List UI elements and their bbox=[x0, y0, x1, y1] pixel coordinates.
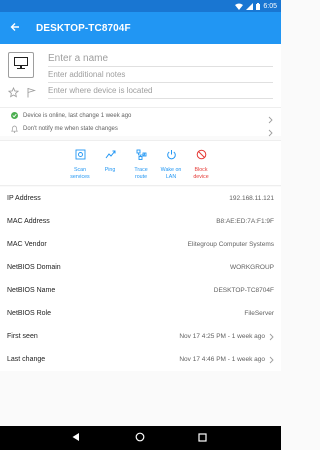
detail-key: IP Address bbox=[7, 195, 41, 202]
status-icons: 6:05 bbox=[235, 0, 277, 12]
detail-row-last-change[interactable]: Last change Nov 17 4:46 PM - 1 week ago bbox=[0, 348, 281, 371]
detail-value: DESKTOP-TC8704F bbox=[213, 287, 274, 294]
navigation-bar bbox=[0, 426, 281, 450]
block-icon bbox=[196, 147, 207, 165]
detail-row-vendor: MAC Vendor Elitegroup Computer Systems bbox=[0, 233, 281, 256]
detail-row-ip: IP Address 192.168.11.121 bbox=[0, 187, 281, 210]
monitor-icon bbox=[14, 56, 28, 74]
online-status-text: Device is online, last change 1 week ago bbox=[23, 112, 132, 119]
scan-services-label: Scan services bbox=[70, 167, 90, 180]
back-button[interactable] bbox=[0, 12, 30, 44]
trace-route-icon bbox=[136, 147, 147, 165]
detail-value: Elitegroup Computer Systems bbox=[187, 241, 274, 248]
device-notes-input[interactable] bbox=[48, 67, 273, 83]
detail-key: Last change bbox=[7, 356, 46, 363]
page-title: DESKTOP-TC8704F bbox=[36, 22, 131, 34]
back-icon bbox=[71, 429, 80, 447]
chevron-right-icon bbox=[269, 351, 274, 369]
trace-route-label: Trace route bbox=[134, 167, 148, 180]
scan-services-icon bbox=[75, 147, 86, 165]
detail-value: FileServer bbox=[244, 310, 274, 317]
online-status-row[interactable]: Device is online, last change 1 week ago bbox=[0, 109, 281, 124]
detail-key: NetBIOS Name bbox=[7, 287, 56, 294]
status-bar: 6:05 bbox=[0, 0, 281, 12]
device-name-input[interactable] bbox=[48, 50, 273, 67]
wake-on-lan-label: Wake on LAN bbox=[160, 167, 182, 180]
detail-row-first-seen[interactable]: First seen Nov 17 4:25 PM - 1 week ago bbox=[0, 325, 281, 348]
detail-key: NetBIOS Role bbox=[7, 310, 51, 317]
nav-recents-button[interactable] bbox=[190, 426, 214, 450]
block-device-button[interactable]: Block device bbox=[185, 147, 217, 180]
detail-row-netbios-role: NetBIOS Role FileServer bbox=[0, 302, 281, 325]
status-time: 6:05 bbox=[263, 2, 277, 10]
detail-value: Nov 17 4:46 PM - 1 week ago bbox=[179, 356, 265, 363]
device-type-button[interactable] bbox=[8, 52, 34, 78]
back-arrow-icon bbox=[10, 19, 20, 37]
detail-value: 192.168.11.121 bbox=[229, 195, 274, 202]
wifi-icon bbox=[235, 3, 244, 10]
power-icon bbox=[166, 147, 177, 165]
detail-key: First seen bbox=[7, 333, 38, 340]
ping-label: Ping bbox=[104, 167, 116, 173]
notify-text: Don't notify me when state changes bbox=[23, 125, 118, 132]
flag-icon[interactable] bbox=[26, 85, 37, 103]
detail-row-mac: MAC Address B8:AE:ED:7A:F1:9F bbox=[0, 210, 281, 233]
trace-route-button[interactable]: Trace route bbox=[125, 147, 157, 180]
wake-on-lan-button[interactable]: Wake on LAN bbox=[155, 147, 187, 180]
details-list: IP Address 192.168.11.121 MAC Address B8… bbox=[0, 187, 281, 371]
detail-value: B8:AE:ED:7A:F1:9F bbox=[216, 218, 274, 225]
detail-row-netbios-name: NetBIOS Name DESKTOP-TC8704F bbox=[0, 279, 281, 302]
detail-key: MAC Address bbox=[7, 218, 50, 225]
block-device-label: Block device bbox=[193, 167, 209, 180]
notify-row[interactable]: Don't notify me when state changes bbox=[0, 122, 281, 137]
ping-icon bbox=[105, 147, 116, 165]
app-bar: DESKTOP-TC8704F bbox=[0, 12, 281, 44]
detail-value: WORKGROUP bbox=[229, 264, 274, 271]
battery-icon bbox=[256, 2, 261, 10]
detail-key: MAC Vendor bbox=[7, 241, 47, 248]
chevron-right-icon bbox=[269, 328, 274, 346]
action-bar: Scan services Ping Trace route Wake on L… bbox=[0, 140, 281, 186]
detail-key: NetBIOS Domain bbox=[7, 264, 61, 271]
nav-back-button[interactable] bbox=[63, 426, 87, 450]
ping-button[interactable]: Ping bbox=[94, 147, 126, 174]
recents-icon bbox=[197, 429, 207, 447]
scan-services-button[interactable]: Scan services bbox=[64, 147, 96, 180]
device-header bbox=[0, 44, 281, 107]
bell-icon bbox=[9, 125, 19, 133]
signal-icon bbox=[246, 2, 254, 10]
detail-row-netbios-domain: NetBIOS Domain WORKGROUP bbox=[0, 256, 281, 279]
device-location-input[interactable] bbox=[48, 83, 273, 99]
detail-value: Nov 17 4:25 PM - 1 week ago bbox=[179, 333, 265, 340]
home-icon bbox=[135, 429, 145, 447]
nav-home-button[interactable] bbox=[128, 426, 152, 450]
check-circle-icon bbox=[9, 112, 19, 119]
star-icon[interactable] bbox=[7, 85, 20, 103]
status-section: Device is online, last change 1 week ago… bbox=[0, 107, 281, 137]
